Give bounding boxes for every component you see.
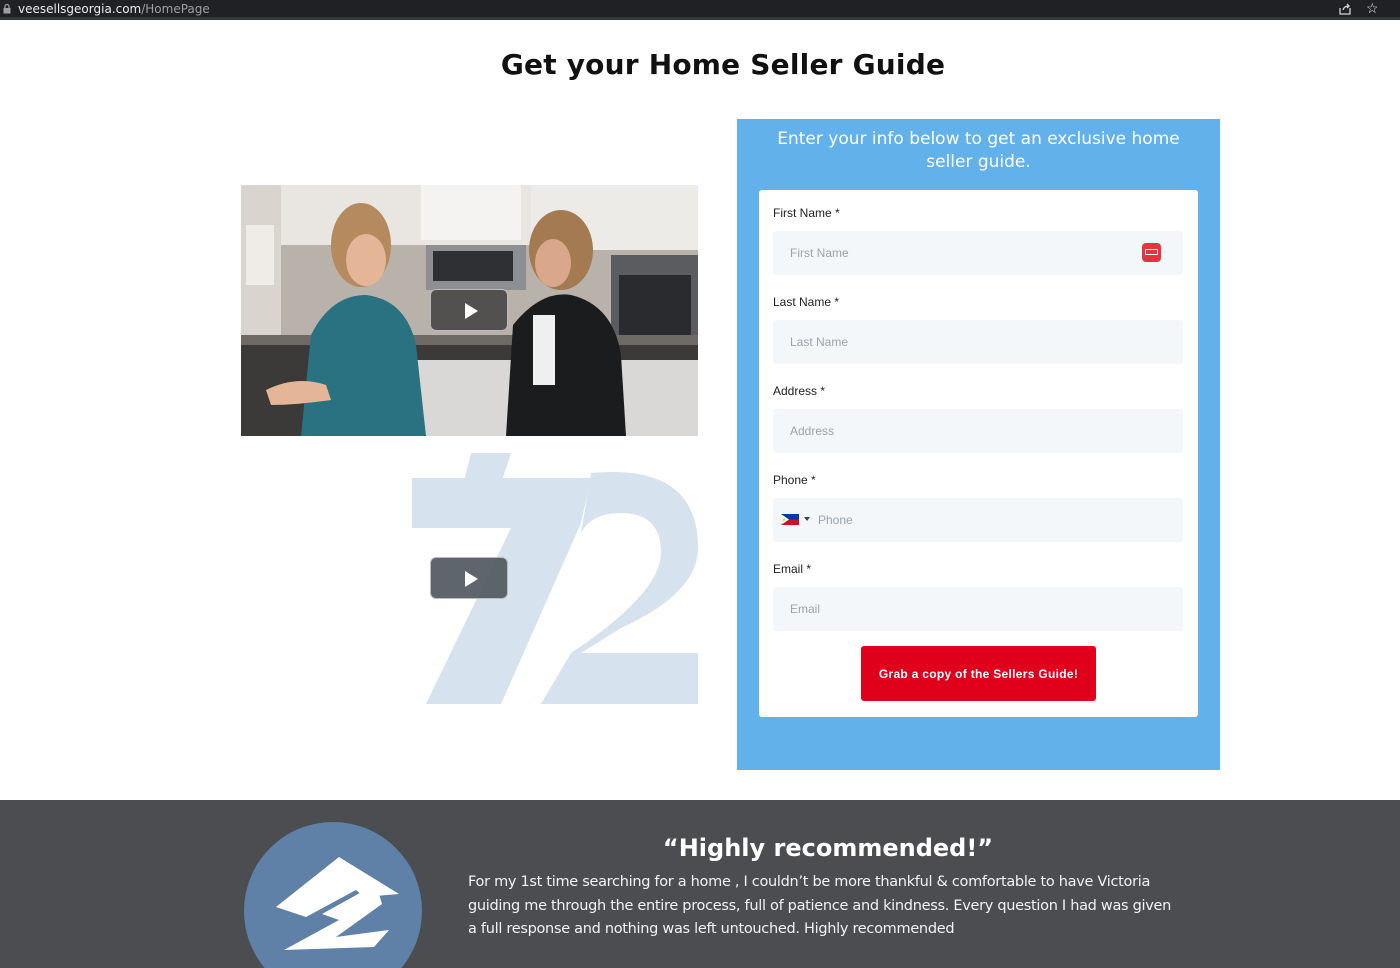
share-icon[interactable]	[1338, 2, 1352, 16]
address-label: Address *	[773, 384, 826, 398]
phone-label: Phone *	[773, 473, 816, 487]
testimonial-section: “Highly recommended!” For my 1st time se…	[0, 800, 1400, 968]
bookmark-star-icon[interactable]: ☆	[1366, 1, 1380, 15]
password-manager-icon[interactable]	[1142, 243, 1161, 262]
last-name-label: Last Name *	[773, 295, 840, 309]
email-label: Email *	[773, 562, 812, 576]
phone-field[interactable]	[773, 498, 1183, 542]
country-dropdown-caret-icon[interactable]	[804, 517, 810, 521]
lock-icon	[3, 4, 11, 14]
play-button[interactable]	[430, 557, 508, 599]
video-player-kitchen[interactable]	[241, 185, 698, 436]
testimonial-title: “Highly recommended!”	[662, 834, 994, 862]
testimonial-body: For my 1st time searching for a home , I…	[468, 874, 1172, 937]
grab-sellers-guide-button[interactable]: Grab a copy of the Sellers Guide!	[861, 646, 1096, 701]
email-field[interactable]	[773, 587, 1183, 631]
url-host: veesellsgeorgia.com	[18, 2, 142, 16]
form-heading: Enter your info below to get an exclusiv…	[777, 129, 1180, 172]
address-field[interactable]	[773, 409, 1183, 453]
zillow-icon	[244, 822, 422, 968]
play-button[interactable]	[430, 289, 508, 331]
philippines-flag-icon[interactable]	[781, 514, 799, 525]
first-name-label: First Name *	[773, 206, 840, 220]
lead-form-panel: Enter your info below to get an exclusiv…	[737, 119, 1220, 770]
first-name-field[interactable]	[773, 231, 1183, 275]
page-title: Get your Home Seller Guide	[500, 48, 946, 81]
play-icon	[465, 571, 478, 587]
address-bar-url[interactable]: veesellsgeorgia.com/HomePage	[18, 1, 210, 17]
form-card: First Name * Last Name * Address * Phone…	[759, 190, 1198, 717]
play-icon	[465, 303, 478, 319]
browser-toolbar: veesellsgeorgia.com/HomePage ☆	[0, 0, 1400, 20]
url-path: /HomePage	[141, 2, 210, 16]
video-player-72-logo[interactable]	[241, 453, 698, 704]
last-name-field[interactable]	[773, 320, 1183, 364]
